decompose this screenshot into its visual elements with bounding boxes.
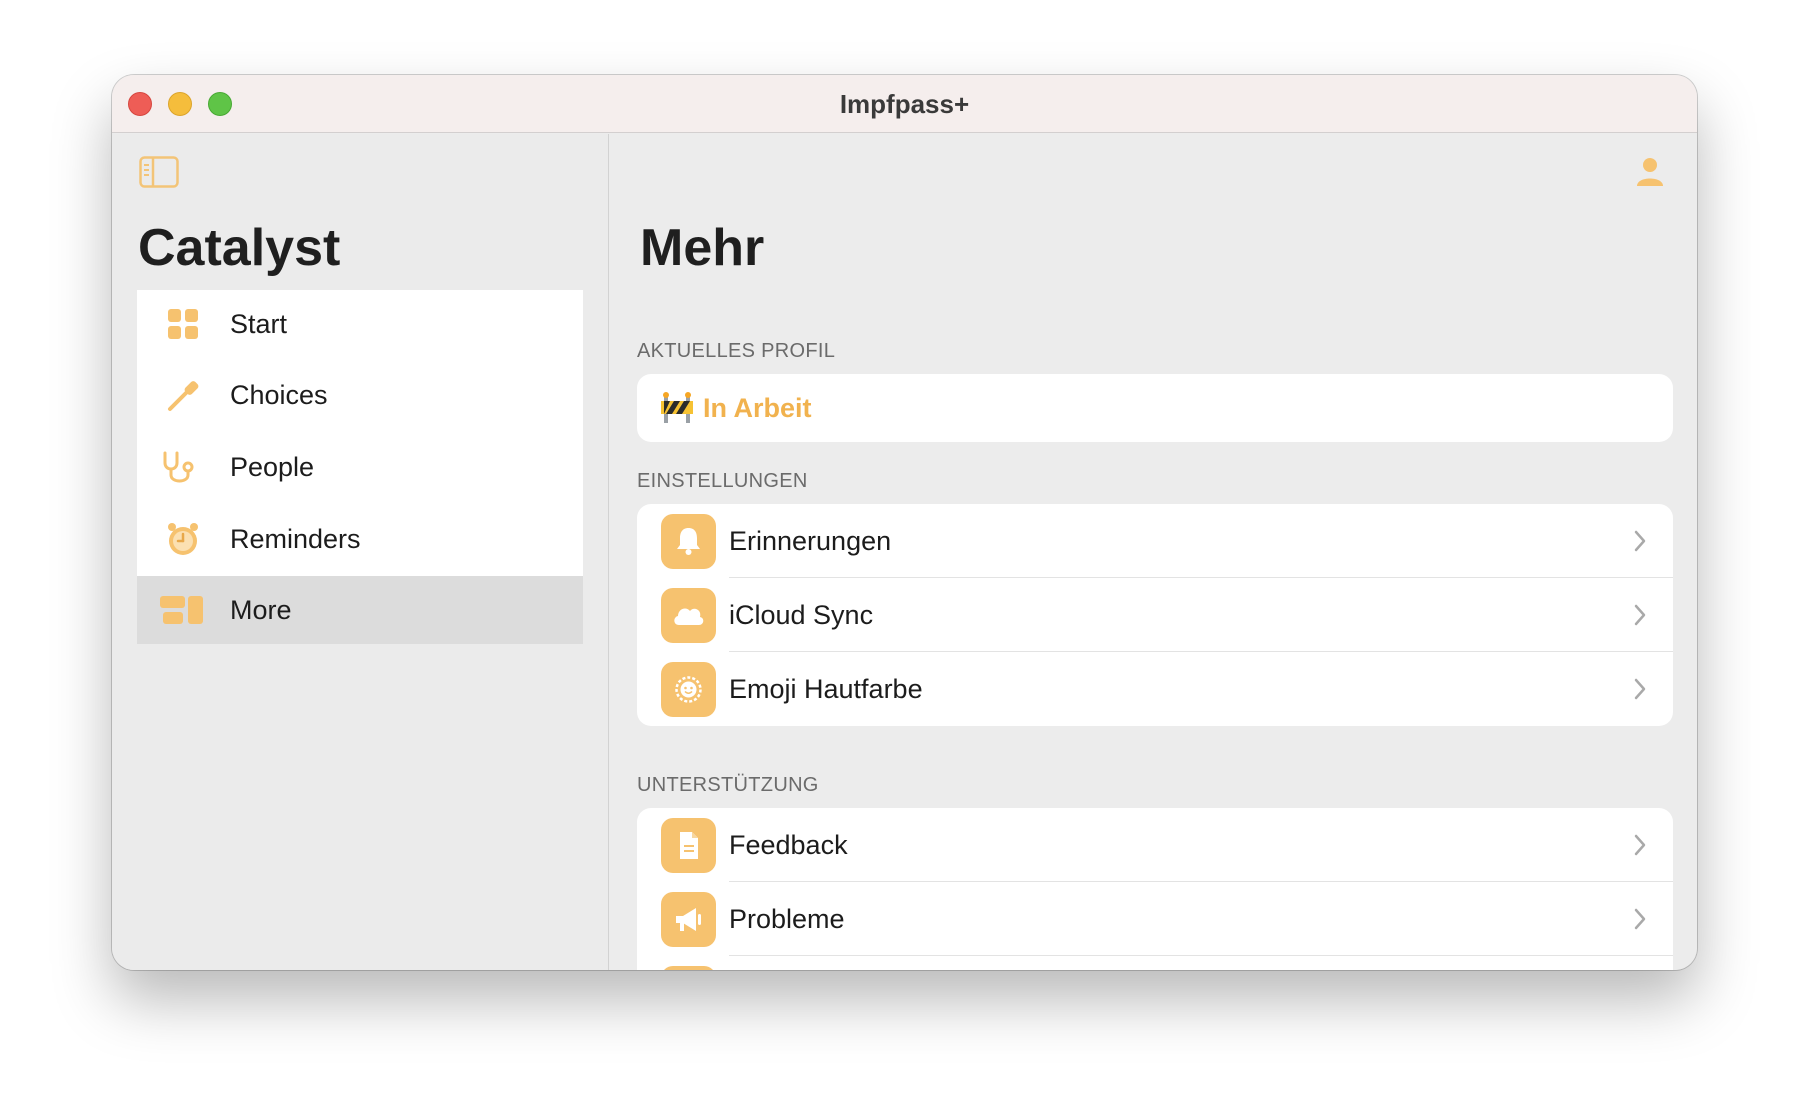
settings-row-icloud-sync[interactable]: iCloud Sync [637, 578, 1673, 652]
sidebar-item-reminders[interactable]: Reminders [137, 505, 583, 573]
eyedropper-icon [168, 381, 199, 411]
alarm-clock-icon [168, 523, 198, 555]
construction-barrier-icon [661, 392, 693, 423]
row-label: Probleme [729, 904, 845, 934]
bell-icon [661, 514, 716, 569]
widgets-icon [160, 596, 203, 624]
row-label: iCloud Sync [729, 600, 874, 630]
support-row-problems[interactable]: Probleme [637, 882, 1673, 956]
settings-row-emoji-skin-tone[interactable]: Emoji Hautfarbe [637, 652, 1673, 726]
sidebar-item-label: Reminders [230, 524, 361, 554]
main-content: Mehr AKTUELLES PROFIL In Arbeit EINSTELL… [610, 134, 1697, 970]
row-label: Erinnerungen [729, 526, 892, 556]
cloud-icon [661, 588, 716, 643]
support-row-partial[interactable] [637, 956, 1673, 970]
document-icon [661, 818, 716, 873]
sidebar-item-choices[interactable]: Choices [137, 361, 583, 429]
settings-row-reminders[interactable]: Erinnerungen [637, 504, 1673, 578]
stethoscope-icon [163, 451, 194, 483]
megaphone-icon [661, 892, 716, 947]
sidebar-item-start[interactable]: Start [137, 290, 583, 358]
sidebar-item-more[interactable]: More [137, 576, 583, 644]
title-bar: Impfpass+ [112, 75, 1697, 133]
settings-group: Erinnerungen iCloud Sync Emoji Hautfarbe [637, 504, 1673, 726]
grid-icon [168, 309, 198, 339]
app-icon [661, 966, 716, 970]
row-label: Emoji Hautfarbe [729, 674, 923, 704]
sidebar-toggle-icon[interactable] [139, 156, 179, 188]
page-title: Mehr [640, 219, 765, 277]
section-header-settings: EINSTELLUNGEN [637, 470, 808, 492]
current-profile-row[interactable]: In Arbeit [637, 374, 1673, 442]
person-icon[interactable] [1635, 156, 1665, 188]
sidebar: Catalyst Start Choices People Reminders … [112, 134, 609, 970]
current-profile-label: In Arbeit [703, 393, 812, 423]
section-header-support: UNTERSTÜTZUNG [637, 774, 819, 796]
sidebar-item-label: People [230, 452, 315, 482]
window-title: Impfpass+ [839, 89, 970, 119]
support-group: Feedback Probleme [637, 808, 1673, 970]
profile-group: In Arbeit [637, 374, 1673, 442]
smiley-icon [661, 662, 716, 717]
chevron-right-icon [1634, 678, 1646, 700]
sidebar-item-label: More [230, 595, 292, 625]
sidebar-nav-list: Start Choices People Reminders More [137, 290, 583, 644]
chevron-right-icon [1634, 604, 1646, 626]
sidebar-item-people[interactable]: People [137, 433, 583, 501]
chevron-right-icon [1634, 834, 1646, 856]
sidebar-item-label: Start [230, 309, 288, 339]
app-window: Impfpass+ Catalyst Start Choices People … [112, 75, 1697, 970]
row-label: Feedback [729, 830, 848, 860]
chevron-right-icon [1634, 530, 1646, 552]
sidebar-title: Catalyst [138, 219, 341, 277]
support-row-feedback[interactable]: Feedback [637, 808, 1673, 882]
section-header-profile: AKTUELLES PROFIL [637, 340, 836, 362]
chevron-right-icon [1634, 908, 1646, 930]
sidebar-item-label: Choices [230, 380, 328, 410]
